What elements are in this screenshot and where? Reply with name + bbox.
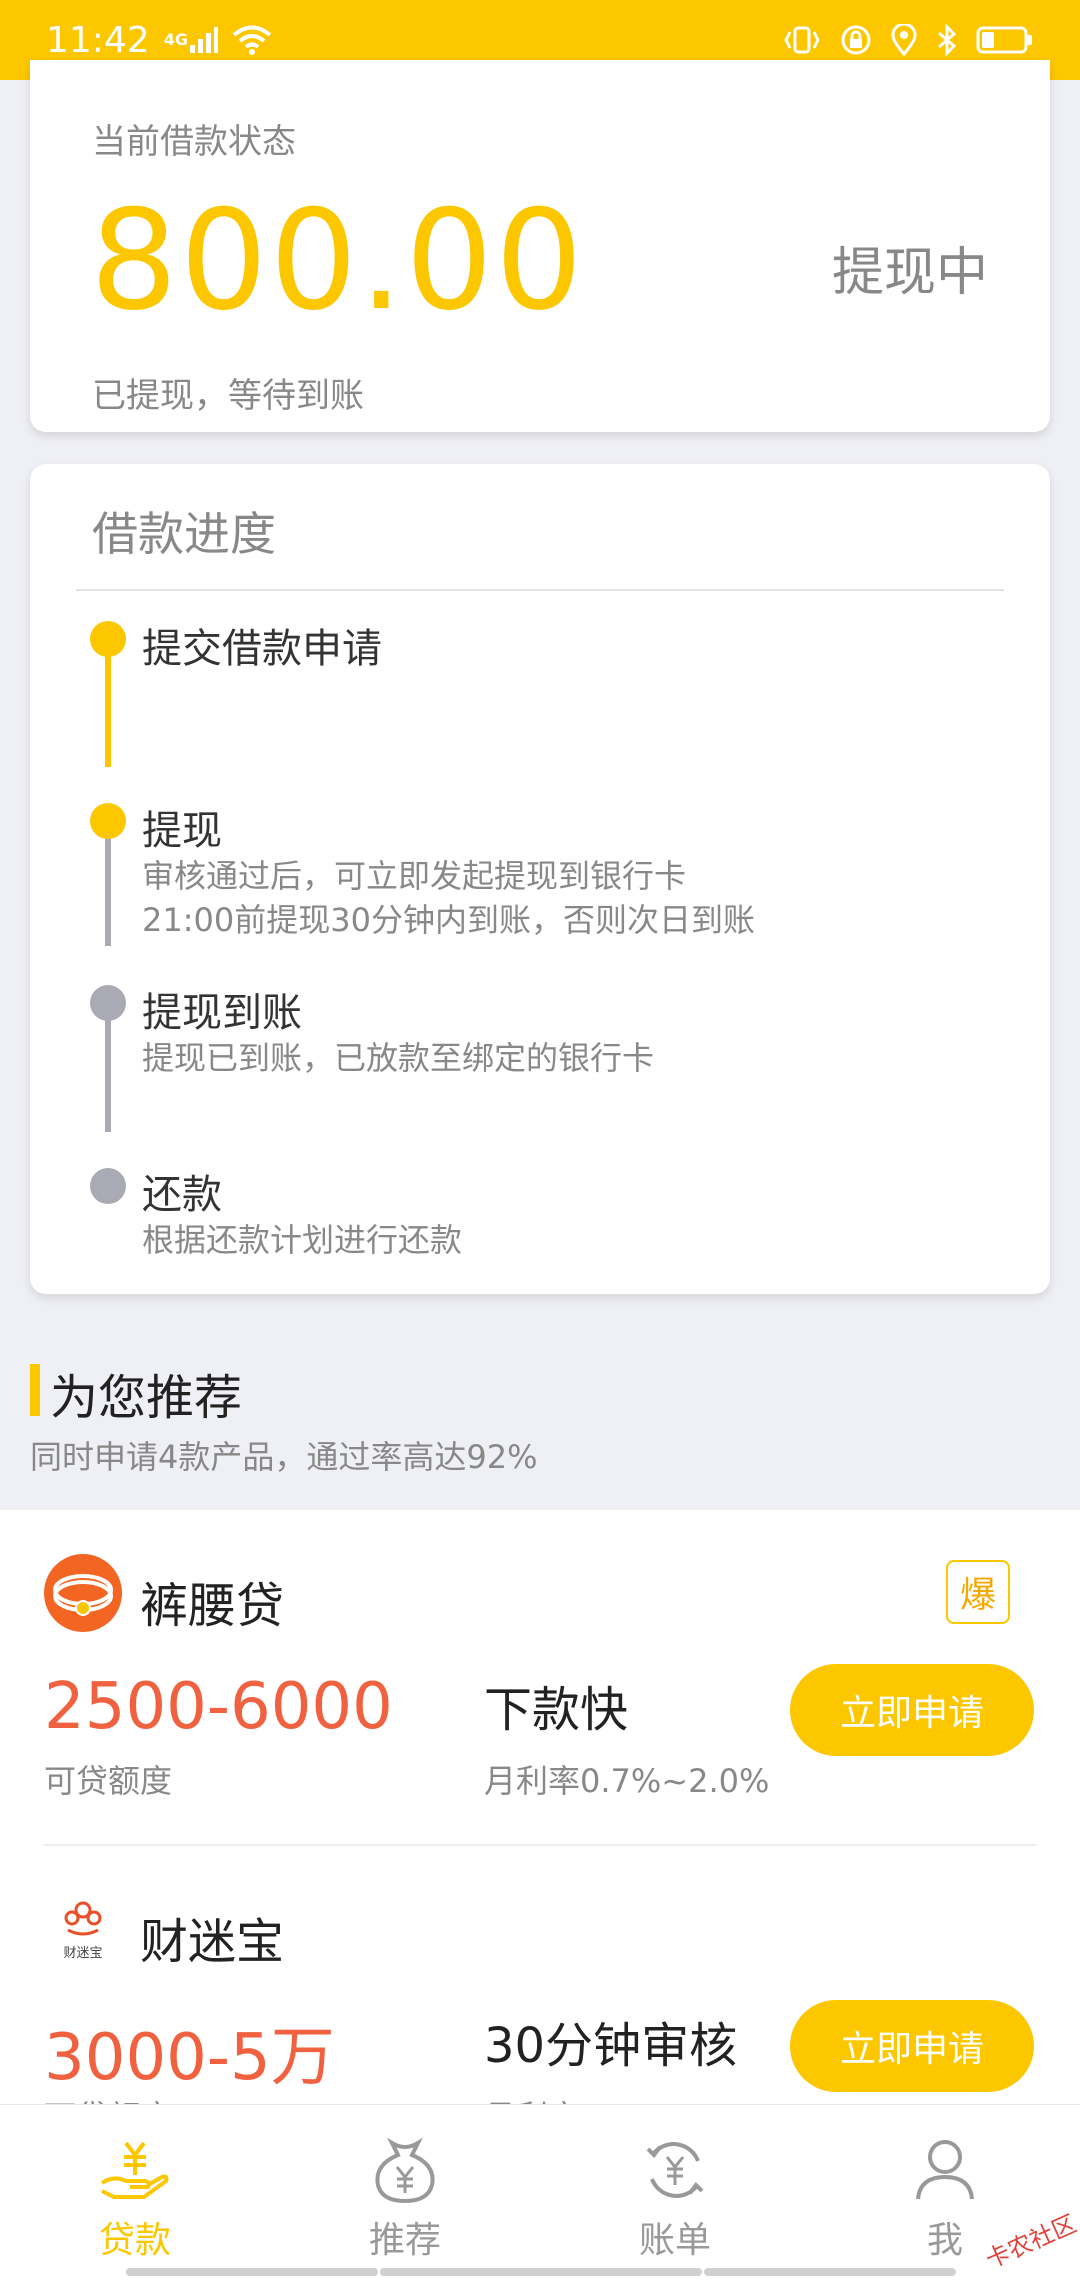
product-feature: 30分钟审核 [484,2018,738,2074]
product-name: 财迷宝 [140,1914,285,1970]
product-feature: 下款快 [484,1682,629,1738]
tab-loan[interactable]: 贷款 [0,2105,270,2280]
apply-button[interactable]: 立即申请 [790,1664,1034,1756]
monthly-rate: 月利率0.7%~2.0% [484,1762,770,1800]
hot-badge: 爆 [946,1560,1010,1624]
home-indicator-segment [380,2268,702,2276]
step-title-submit: 提交借款申请 [142,626,382,672]
tab-label: 推荐 [368,2220,441,2261]
battery-icon [976,25,1034,55]
status-right [782,24,1034,56]
profile-icon [910,2135,980,2205]
loan-range: 3000-5万 [44,2021,335,2095]
recommend-title: 为您推荐 [50,1370,243,1426]
rotation-lock-icon [840,24,872,56]
step-title-withdraw: 提现 [142,808,222,854]
location-icon [890,24,918,56]
recommend-icon [370,2135,440,2205]
apply-button[interactable]: 立即申请 [790,2000,1034,2092]
tab-bill[interactable]: 账单 [540,2105,810,2280]
loan-state: 提现中 [831,243,988,303]
tab-label: 账单 [638,2220,711,2261]
vibrate-icon [782,24,822,56]
step-title-repay: 还款 [142,1172,222,1218]
loan-status-card: 当前借款状态 800.00 提现中 已提现，等待到账 [30,60,1050,432]
step-desc-arrived: 提现已到账，已放款至绑定的银行卡 [142,1039,655,1077]
progress-line-3 [105,1003,111,1132]
step-desc-withdraw-1: 审核通过后，可立即发起提现到银行卡 [142,857,687,895]
tab-label: 贷款 [98,2220,171,2261]
caimibao-logo-text: 财迷宝 [63,1946,103,1961]
wifi-icon [232,24,272,56]
step-desc-repay: 根据还款计划进行还款 [142,1221,463,1259]
signal-icon: 4G [163,25,219,55]
product-name: 裤腰贷 [140,1578,285,1634]
step-desc-withdraw-2: 21:00前提现30分钟内到账，否则次日到账 [142,901,755,939]
progress-line-1 [105,639,111,767]
network-label: 4G [163,30,189,49]
step-title-arrived: 提现到账 [142,990,302,1036]
status-left: 11:42 4G [46,20,272,61]
home-indicator-segment [126,2268,378,2276]
step-dot-repay [90,1168,126,1204]
product-list: 裤腰贷 爆 2500-6000 可贷额度 下款快 月利率0.7%~2.0% 立即… [0,1510,1080,2150]
step-dot-submit [90,621,126,657]
product-item[interactable]: 裤腰贷 爆 2500-6000 可贷额度 下款快 月利率0.7%~2.0% 立即… [0,1510,1080,1846]
loan-status-label: 当前借款状态 [92,122,296,162]
bottom-tab-bar: 贷款 推荐 账单 我 [0,2104,1080,2280]
loan-amount: 800.00 [90,180,585,341]
loan-icon [100,2135,170,2205]
progress-title: 借款进度 [92,507,276,561]
home-indicator-segment [704,2268,956,2276]
loan-progress-card: 借款进度 提交借款申请 提现 审核通过后，可立即发起提现到银行卡 21:00前提… [30,464,1050,1294]
bill-icon [640,2135,710,2205]
tab-recommend[interactable]: 推荐 [270,2105,540,2280]
progress-divider [76,589,1004,591]
loan-range: 2500-6000 [44,1670,393,1744]
bluetooth-icon [936,24,958,56]
step-dot-withdraw [90,803,126,839]
recommend-subtitle: 同时申请4款产品，通过率高达92% [30,1438,538,1476]
recommend-accent-bar [30,1364,40,1416]
progress-line-2 [105,821,111,946]
caimibao-logo-icon: 财迷宝 [44,1890,122,1968]
loan-range-label: 可贷额度 [44,1762,173,1800]
loan-status-message: 已提现，等待到账 [92,376,364,416]
step-dot-arrived [90,985,126,1021]
kuyaodai-logo-icon [44,1554,122,1632]
status-time: 11:42 [46,19,150,61]
